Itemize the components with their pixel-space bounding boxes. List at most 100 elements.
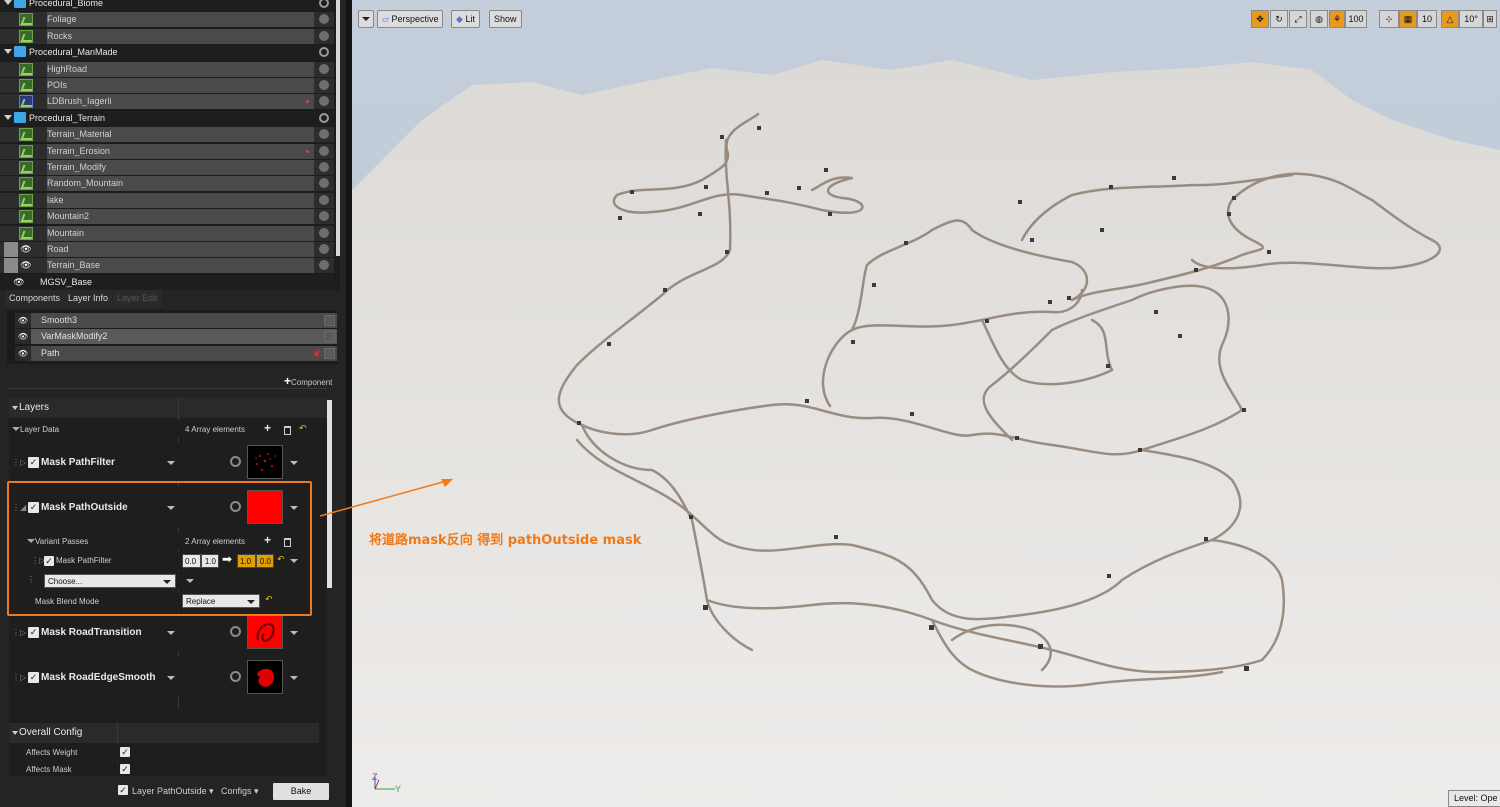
maximize-icon[interactable]: ⊞ — [1483, 10, 1497, 28]
rotation-snap-icon[interactable]: △ — [1441, 10, 1459, 28]
drag-handle-icon[interactable]: ⋮▷ — [12, 458, 26, 467]
layer-checkbox[interactable]: ✓ — [118, 785, 128, 795]
reset-icon[interactable]: ↶ — [277, 554, 285, 565]
outliner-row[interactable]: LDBrush_Iagerli — [0, 94, 334, 110]
outliner-row[interactable]: Rocks — [0, 28, 334, 44]
outliner-row[interactable]: 👁 MGSV_Base — [0, 274, 334, 290]
range-a-min[interactable]: 0.0 — [182, 554, 201, 568]
visibility-toggle[interactable] — [319, 14, 329, 25]
mask-dropdown-icon[interactable] — [167, 676, 175, 680]
lit-button[interactable]: ◆ Lit — [451, 10, 480, 28]
translate-tool-icon[interactable]: ✥ — [1251, 10, 1269, 28]
affects-weight-checkbox[interactable]: ✓ — [120, 747, 130, 757]
outliner-row[interactable]: 👁 Terrain_Base — [0, 258, 334, 274]
visibility-toggle[interactable] — [319, 211, 329, 222]
visibility-toggle[interactable] — [319, 0, 329, 8]
visibility-toggle[interactable] — [319, 227, 329, 238]
mask-radio[interactable] — [230, 671, 241, 682]
eye-icon[interactable]: 👁 — [15, 313, 31, 328]
visibility-toggle[interactable] — [319, 162, 329, 172]
sub-mask-checkbox[interactable]: ✓ — [44, 556, 54, 566]
component-row[interactable]: 👁 Smooth3 — [15, 313, 337, 328]
outliner-row[interactable]: Terrain_Modify — [0, 160, 334, 175]
expand-icon[interactable] — [4, 114, 12, 120]
drag-handle-icon[interactable]: ⋮◢ — [12, 503, 26, 512]
outliner-row[interactable]: lake — [0, 192, 334, 208]
expand-icon[interactable] — [12, 427, 20, 431]
mask-radio[interactable] — [230, 626, 241, 637]
bake-button[interactable]: Bake — [273, 783, 329, 800]
blend-mode-select[interactable]: Replace — [182, 594, 260, 608]
outliner-scrollbar[interactable] — [336, 0, 340, 256]
layer-select[interactable]: Layer PathOutside ▾ — [132, 786, 214, 797]
range-b-max[interactable]: 0.0 — [256, 554, 274, 568]
tab-components[interactable]: Components — [5, 290, 65, 307]
mask-dropdown-icon[interactable] — [167, 506, 175, 510]
reset-icon[interactable]: ↶ — [299, 423, 307, 434]
component-toggle[interactable] — [324, 331, 335, 342]
mask-enable-checkbox[interactable]: ✓ — [28, 502, 39, 513]
drag-handle-icon[interactable]: ⋮▷ — [12, 673, 26, 682]
component-toggle[interactable] — [324, 348, 335, 359]
outliner-row[interactable]: Terrain_Material — [0, 127, 334, 143]
mask-radio[interactable] — [230, 501, 241, 512]
mask-thumbnail[interactable] — [247, 490, 283, 524]
expand-icon[interactable] — [4, 0, 12, 5]
mask-thumbnail[interactable] — [247, 660, 283, 694]
camera-speed-value[interactable]: 100 — [1345, 10, 1367, 28]
outliner-row[interactable]: 👁 Road — [0, 242, 334, 257]
mask-dropdown-icon[interactable] — [167, 461, 175, 465]
mask-thumbnail[interactable] — [247, 445, 283, 479]
component-row[interactable]: 👁 VarMaskModify2 — [15, 329, 337, 344]
perspective-button[interactable]: ▱ Perspective — [377, 10, 444, 28]
thumbnail-dropdown-icon[interactable] — [290, 461, 298, 465]
expand-icon[interactable] — [4, 49, 12, 55]
range-a-max[interactable]: 1.0 — [201, 554, 219, 568]
tab-layer-info[interactable]: Layer Info — [64, 290, 113, 307]
mask-thumbnail[interactable] — [247, 615, 283, 649]
mask-enable-checkbox[interactable]: ✓ — [28, 672, 39, 683]
visibility-toggle[interactable] — [319, 260, 329, 271]
choose-select[interactable]: Choose... — [44, 574, 176, 588]
grid-size-value[interactable]: 10 — [1417, 10, 1437, 28]
add-element-button[interactable]: + — [264, 533, 271, 547]
scale-tool-icon[interactable]: ⤢ — [1289, 10, 1307, 28]
outliner-row[interactable]: Foliage — [0, 12, 334, 28]
thumbnail-dropdown-icon[interactable] — [290, 506, 298, 510]
show-button[interactable]: Show — [489, 10, 522, 28]
configs-menu[interactable]: Configs ▾ — [221, 786, 259, 797]
visibility-toggle[interactable] — [319, 129, 329, 140]
eye-icon[interactable]: 👁 — [17, 260, 35, 271]
range-b-min[interactable]: 1.0 — [237, 554, 256, 568]
visibility-toggle[interactable] — [319, 178, 329, 189]
eye-icon[interactable]: 👁 — [15, 329, 31, 344]
visibility-toggle[interactable] — [319, 145, 329, 156]
rotate-tool-icon[interactable]: ↻ — [1270, 10, 1288, 28]
surface-snap-icon[interactable]: ⚘ — [1329, 10, 1345, 28]
thumbnail-dropdown-icon[interactable] — [290, 631, 298, 635]
choose-extra-dropdown-icon[interactable] — [186, 579, 194, 583]
outliner-row[interactable]: Terrain_Erosion — [0, 143, 334, 159]
outliner-row[interactable]: Procedural_ManMade — [0, 45, 334, 61]
overall-config-header[interactable]: Overall Config — [9, 723, 319, 743]
eye-icon[interactable]: 👁 — [17, 244, 35, 255]
thumbnail-dropdown-icon[interactable] — [290, 676, 298, 680]
component-toggle[interactable] — [324, 315, 335, 326]
mask-enable-checkbox[interactable]: ✓ — [28, 627, 39, 638]
visibility-toggle[interactable] — [319, 30, 329, 41]
trash-icon[interactable] — [284, 538, 291, 547]
viewport-options-button[interactable] — [358, 10, 374, 28]
visibility-toggle[interactable] — [319, 47, 329, 58]
rotation-snap-value[interactable]: 10° — [1459, 10, 1483, 28]
visibility-toggle[interactable] — [319, 244, 329, 254]
visibility-toggle[interactable] — [319, 112, 329, 123]
tab-layer-edit[interactable]: Layer Edit — [113, 290, 162, 307]
mask-dropdown-icon[interactable] — [167, 631, 175, 635]
sub-mask-dropdown-icon[interactable] — [290, 559, 298, 563]
grid-icon[interactable]: ▦ — [1399, 10, 1417, 28]
add-component-button[interactable]: +Component — [284, 374, 332, 388]
outliner-row[interactable]: HighRoad — [0, 61, 334, 77]
grid-snap-icon[interactable]: ⊹ — [1379, 10, 1399, 28]
mask-radio[interactable] — [230, 456, 241, 467]
world-local-icon[interactable]: ◍ — [1310, 10, 1328, 28]
